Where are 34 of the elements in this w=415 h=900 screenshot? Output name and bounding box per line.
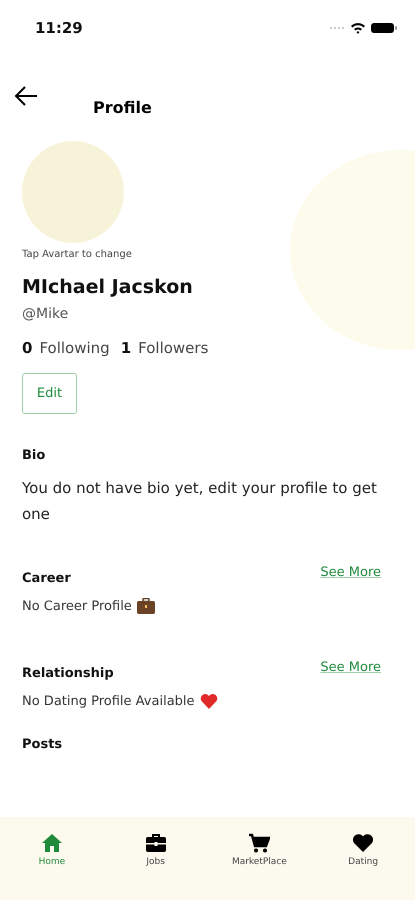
following-label: Following	[39, 339, 110, 357]
cart-icon	[248, 833, 270, 853]
bio-text: You do not have bio yet, edit your profile to get one	[22, 478, 378, 525]
section-text: No Career Profile	[22, 598, 132, 614]
profile-handle: @Mike	[22, 306, 68, 322]
see-more-link[interactable]: See More	[320, 660, 381, 675]
nav-tab[interactable]: MarketPlace	[214, 833, 304, 867]
nav-tab[interactable]: Dating	[318, 833, 408, 867]
heart-icon	[200, 693, 218, 709]
briefcase-icon	[136, 598, 155, 614]
section-heading: Posts	[22, 737, 62, 752]
avatar-hint: Tap Avartar to change	[22, 249, 132, 260]
profile-name: MIchael Jacskon	[22, 276, 193, 298]
heart-icon	[352, 833, 374, 853]
see-more-link[interactable]: See More	[320, 565, 381, 580]
followers-label: Followers	[138, 339, 208, 357]
following-count: 0	[22, 339, 32, 357]
section-heading: Career	[22, 571, 71, 586]
page-title: Profile	[93, 98, 152, 117]
edit-button[interactable]: Edit	[22, 373, 77, 414]
section-heading: Bio	[22, 448, 46, 463]
status-time: 11:29	[35, 19, 83, 37]
back-arrow-icon	[13, 84, 39, 106]
followers-count: 1	[120, 339, 132, 357]
battery-icon	[371, 22, 397, 34]
nav-tab[interactable]: Jobs	[110, 833, 201, 867]
section-text: No Dating Profile Available	[22, 694, 195, 708]
home-icon	[40, 833, 63, 853]
wifi-icon	[350, 22, 366, 34]
section-heading: Relationship	[22, 666, 114, 681]
nav-tab[interactable]: Home	[6, 833, 97, 867]
back-button[interactable]	[13, 84, 39, 106]
signal-icon	[329, 26, 345, 30]
briefcase-icon	[144, 833, 167, 853]
